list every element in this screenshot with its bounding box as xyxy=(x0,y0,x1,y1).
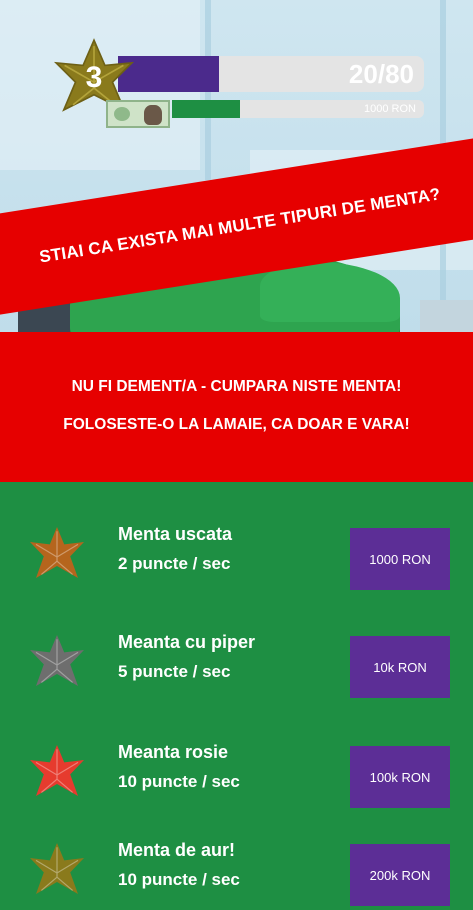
promo-line-2: FOLOSESTE-O LA LAMAIE, CA DOAR E VARA! xyxy=(63,416,410,433)
money-amount: 1000 RON xyxy=(364,103,416,115)
red-mint-leaf-icon xyxy=(30,745,84,796)
item-rate: 10 puncte / sec xyxy=(118,772,240,791)
buy-button[interactable]: 10k RON xyxy=(350,636,450,698)
shop-list: Menta uscata 2 puncte / sec 1000 RON Mea… xyxy=(0,482,473,906)
buy-button[interactable]: 200k RON xyxy=(350,844,450,906)
grey-mint-leaf-icon xyxy=(30,635,84,686)
buy-button[interactable]: 100k RON xyxy=(350,746,450,808)
promo-banner: NU FI DEMENT/A - CUMPARA NISTE MENTA! FO… xyxy=(0,332,473,482)
gold-mint-leaf-icon xyxy=(30,843,84,894)
shop-item: Menta uscata 2 puncte / sec 1000 RON xyxy=(0,514,473,594)
item-name: Menta de aur! xyxy=(118,840,236,860)
item-rate: 2 puncte / sec xyxy=(118,554,231,573)
brown-mint-leaf-icon xyxy=(30,527,84,578)
item-name: Menta uscata xyxy=(118,524,233,544)
item-rate: 5 puncte / sec xyxy=(118,662,231,681)
xp-progress-text: 20/80 xyxy=(348,59,414,89)
buy-button[interactable]: 1000 RON xyxy=(350,528,450,590)
money-progress-fill xyxy=(172,100,241,118)
shop-item: Meanta cu piper 5 puncte / sec 10k RON xyxy=(0,622,473,702)
money-progress-bar: 1000 RON xyxy=(172,100,424,118)
item-rate: 10 puncte / sec xyxy=(118,870,240,889)
shop-item: Menta de aur! 10 puncte / sec 200k RON xyxy=(0,830,473,910)
mint-leaf xyxy=(260,262,400,322)
item-name: Meanta cu piper xyxy=(118,632,256,652)
item-name: Meanta rosie xyxy=(118,742,229,762)
banknote-icon xyxy=(106,100,170,128)
promo-line-1: NU FI DEMENT/A - CUMPARA NISTE MENTA! xyxy=(71,378,402,395)
shop-item: Meanta rosie 10 puncte / sec 100k RON xyxy=(0,732,473,812)
xp-progress-bar: 20/80 xyxy=(118,56,424,92)
